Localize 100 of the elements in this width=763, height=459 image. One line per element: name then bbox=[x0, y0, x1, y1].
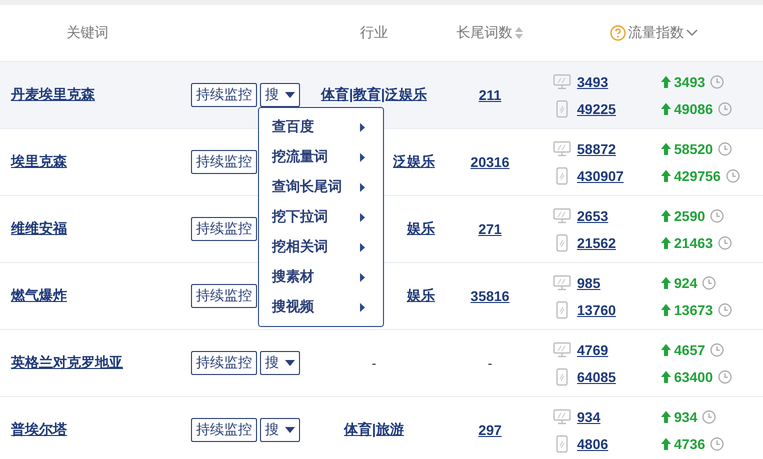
industry-link[interactable]: 体育|旅游 bbox=[344, 421, 404, 439]
monitor-icon bbox=[553, 342, 571, 358]
menu-item[interactable]: 搜素材 bbox=[259, 262, 383, 292]
submenu-arrow-icon bbox=[360, 242, 365, 252]
industry-link[interactable]: 体育|教育|泛娱乐 bbox=[321, 86, 427, 104]
column-header[interactable]: 长尾词数 bbox=[456, 24, 512, 42]
traffic-change: 2590 bbox=[674, 208, 706, 224]
keyword-link[interactable]: 埃里克森 bbox=[11, 153, 67, 171]
traffic-value-link[interactable]: 49225 bbox=[577, 100, 661, 116]
search-dropdown[interactable]: 搜 bbox=[260, 418, 300, 442]
column-header: 关键词 bbox=[66, 24, 108, 42]
traffic-value-link[interactable]: 985 bbox=[577, 274, 661, 290]
arrow-up-icon bbox=[661, 410, 671, 422]
long-tail-count-link[interactable]: 35816 bbox=[470, 288, 510, 304]
caret-icon bbox=[285, 427, 295, 433]
keyword-link[interactable]: 英格兰对克罗地亚 bbox=[11, 354, 123, 372]
traffic-change: 4736 bbox=[674, 436, 706, 452]
traffic-change: 3493 bbox=[674, 74, 706, 90]
menu-item[interactable]: 挖流量词 bbox=[259, 142, 383, 172]
menu-item[interactable]: 查询长尾词 bbox=[259, 172, 383, 202]
submenu-arrow-icon bbox=[360, 272, 365, 282]
traffic-change: 429756 bbox=[674, 168, 721, 184]
traffic-value-link[interactable]: 13760 bbox=[577, 302, 661, 318]
long-tail-count-link[interactable]: 297 bbox=[478, 422, 502, 438]
industry-link[interactable]: 娱乐 bbox=[407, 220, 435, 238]
keyword-link[interactable]: 普埃尔塔 bbox=[11, 421, 67, 439]
monitor-button[interactable]: 持续监控 bbox=[191, 150, 257, 174]
search-dropdown[interactable]: 搜 bbox=[260, 351, 300, 375]
arrow-up-icon bbox=[661, 370, 671, 382]
clock-icon[interactable] bbox=[718, 370, 732, 384]
long-tail-count-link[interactable]: 211 bbox=[478, 87, 502, 103]
traffic-change: 934 bbox=[674, 408, 698, 424]
traffic-value-link[interactable]: 934 bbox=[577, 408, 661, 424]
monitor-button[interactable]: 持续监控 bbox=[191, 83, 257, 107]
clock-icon[interactable] bbox=[718, 302, 732, 316]
traffic-value-link[interactable]: 430907 bbox=[577, 168, 661, 184]
submenu-arrow-icon bbox=[360, 182, 365, 192]
clock-icon[interactable] bbox=[710, 74, 724, 88]
monitor-icon bbox=[553, 140, 571, 156]
arrow-up-icon bbox=[661, 170, 671, 182]
long-tail-count-link[interactable]: 271 bbox=[478, 221, 502, 237]
clock-icon[interactable] bbox=[718, 142, 732, 156]
clock-icon[interactable] bbox=[726, 168, 740, 182]
traffic-value-link[interactable]: 4769 bbox=[577, 342, 661, 358]
monitor-button[interactable]: 持续监控 bbox=[191, 284, 257, 308]
sort-icon[interactable] bbox=[514, 26, 524, 40]
traffic-value-link[interactable]: 58872 bbox=[577, 140, 661, 156]
monitor-icon bbox=[553, 74, 571, 90]
arrow-up-icon bbox=[661, 344, 671, 356]
clock-icon[interactable] bbox=[718, 236, 732, 250]
traffic-change: 13673 bbox=[674, 302, 713, 318]
menu-item[interactable]: 挖相关词 bbox=[259, 232, 383, 262]
clock-icon[interactable] bbox=[702, 276, 716, 290]
traffic-change: 4657 bbox=[674, 342, 706, 358]
keyword-link[interactable]: 丹麦埃里克森 bbox=[11, 86, 95, 104]
caret-icon bbox=[285, 360, 295, 366]
menu-item[interactable]: 挖下拉词 bbox=[259, 202, 383, 232]
keyword-link[interactable]: 维维安福 bbox=[11, 220, 67, 238]
submenu-arrow-icon bbox=[360, 152, 365, 162]
traffic-value-link[interactable]: 64085 bbox=[577, 368, 661, 384]
monitor-button[interactable]: 持续监控 bbox=[191, 217, 257, 241]
submenu-arrow-icon bbox=[360, 302, 365, 312]
long-tail-count-link[interactable]: 20316 bbox=[470, 154, 510, 170]
empty-value: - bbox=[488, 355, 492, 371]
menu-item[interactable]: 搜视频 bbox=[259, 292, 383, 322]
submenu-arrow-icon bbox=[360, 212, 365, 222]
monitor-icon bbox=[553, 208, 571, 224]
clock-icon[interactable] bbox=[710, 208, 724, 222]
chevron-down-icon[interactable] bbox=[686, 29, 698, 37]
traffic-change: 21463 bbox=[674, 234, 713, 250]
industry-link[interactable]: 泛娱乐 bbox=[393, 153, 435, 171]
traffic-value-link[interactable]: 4806 bbox=[577, 436, 661, 452]
arrow-up-icon bbox=[661, 142, 671, 154]
empty-value: - bbox=[372, 355, 376, 371]
traffic-change: 58520 bbox=[674, 140, 713, 156]
column-header: 行业 bbox=[360, 24, 388, 42]
arrow-up-icon bbox=[661, 210, 671, 222]
arrow-up-icon bbox=[661, 236, 671, 248]
help-icon[interactable] bbox=[610, 25, 626, 41]
clock-icon[interactable] bbox=[702, 410, 716, 424]
monitor-icon bbox=[553, 408, 571, 424]
clock-icon[interactable] bbox=[718, 102, 732, 116]
search-dropdown[interactable]: 搜 bbox=[260, 83, 300, 107]
traffic-value-link[interactable]: 3493 bbox=[577, 74, 661, 90]
clock-icon[interactable] bbox=[710, 342, 724, 356]
column-header[interactable]: 流量指数 bbox=[628, 24, 684, 42]
menu-item[interactable]: 查百度 bbox=[259, 112, 383, 142]
caret-icon bbox=[285, 92, 295, 98]
monitor-button[interactable]: 持续监控 bbox=[191, 351, 257, 375]
monitor-button[interactable]: 持续监控 bbox=[191, 418, 257, 442]
monitor-icon bbox=[553, 274, 571, 290]
traffic-change: 63400 bbox=[674, 368, 713, 384]
submenu-arrow-icon bbox=[360, 122, 365, 132]
traffic-value-link[interactable]: 21562 bbox=[577, 234, 661, 250]
arrow-up-icon bbox=[661, 76, 671, 88]
traffic-value-link[interactable]: 2653 bbox=[577, 208, 661, 224]
keyword-link[interactable]: 燃气爆炸 bbox=[11, 287, 67, 305]
industry-link[interactable]: 娱乐 bbox=[407, 287, 435, 305]
arrow-up-icon bbox=[661, 276, 671, 288]
clock-icon[interactable] bbox=[710, 436, 724, 450]
